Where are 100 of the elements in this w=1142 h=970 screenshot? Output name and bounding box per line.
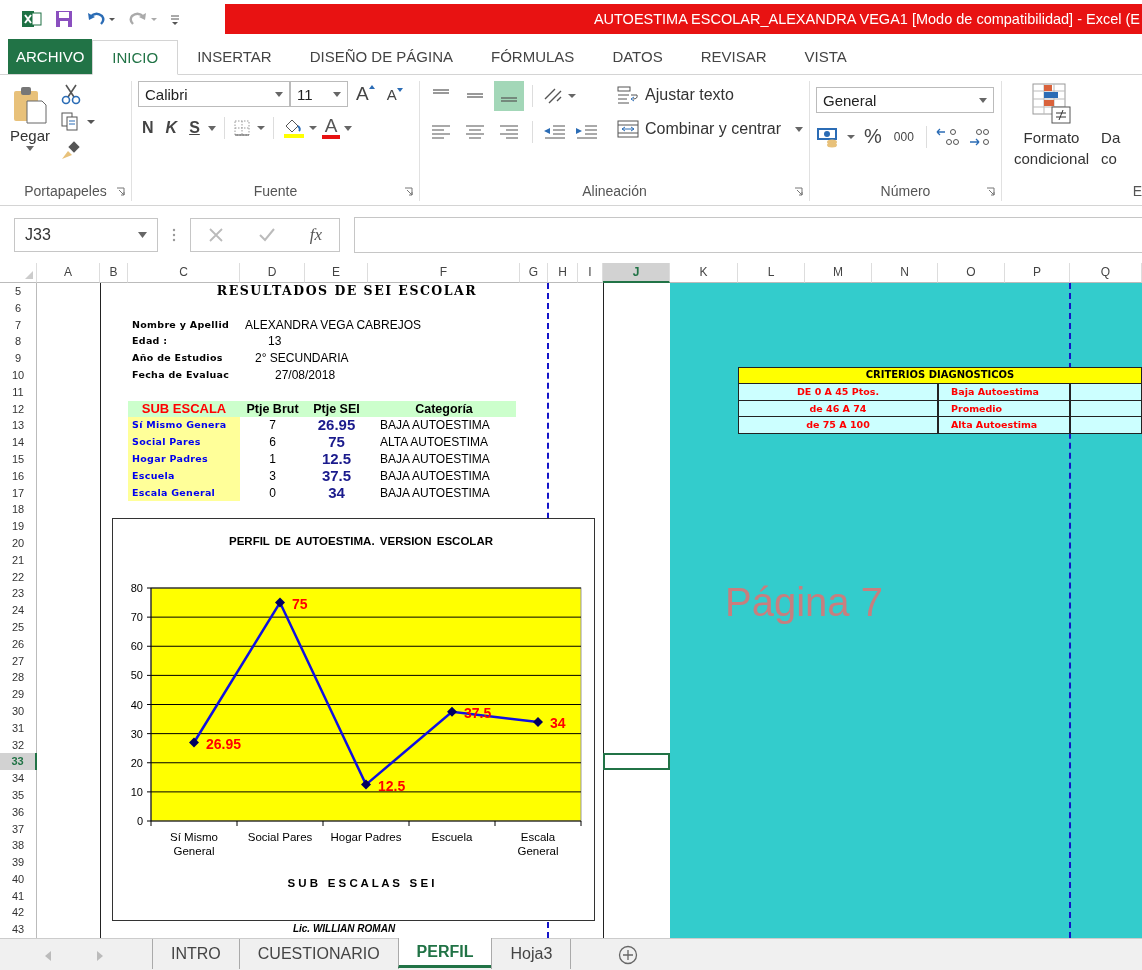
file-tab[interactable]: ARCHIVO [8, 39, 93, 74]
row-header[interactable]: 21 [0, 551, 37, 569]
wrap-text-button[interactable]: Ajustar texto [617, 85, 804, 105]
column-header[interactable]: F [368, 263, 520, 283]
row-header[interactable]: 30 [0, 702, 37, 720]
add-sheet-icon[interactable] [618, 945, 639, 965]
ribbon-tab[interactable]: INICIO [92, 40, 179, 75]
y-tick-label: 60 [130, 640, 143, 653]
bold-button[interactable]: N [138, 117, 158, 139]
row-header[interactable]: 20 [0, 534, 37, 552]
row-header[interactable]: 7 [0, 316, 37, 334]
name-box[interactable]: J33 [14, 217, 158, 252]
insert-function-button[interactable]: fx [309, 224, 323, 245]
window-title: AUTOESTIMA ESCOLAR_ALEXANDRA VEGA1 [Modo de compatibilidad] - Excel (E [593, 11, 1141, 27]
row-header[interactable]: 23 [0, 585, 37, 603]
sheet-tab[interactable]: PERFIL [397, 938, 493, 968]
row-header[interactable]: 17 [0, 484, 37, 502]
row-header[interactable]: 27 [0, 652, 37, 670]
selected-cell[interactable] [603, 753, 670, 771]
column-header[interactable]: C [128, 263, 240, 283]
font-size-dropdown[interactable]: 11 [290, 81, 348, 107]
row-header[interactable]: 19 [0, 518, 37, 535]
row-header[interactable]: 40 [0, 870, 37, 888]
row-header[interactable]: 39 [0, 854, 37, 871]
sheet-tab[interactable]: Hoja3 [491, 939, 572, 969]
row-header[interactable]: 6 [0, 299, 37, 317]
ribbon-tab[interactable]: DATOS [593, 39, 682, 74]
row-header[interactable]: 34 [0, 770, 37, 787]
caret-icon[interactable] [207, 125, 216, 131]
row-header[interactable]: 31 [0, 719, 37, 737]
dialog-launcher-icon[interactable] [116, 186, 125, 196]
row-header[interactable]: 26 [0, 635, 37, 653]
shrink-font-button[interactable]: A [382, 83, 407, 105]
row-header[interactable]: 8 [0, 333, 37, 351]
column-header[interactable]: D [240, 263, 305, 283]
row-header[interactable]: 11 [0, 383, 37, 401]
dialog-launcher-icon[interactable] [986, 186, 995, 196]
column-header[interactable]: H [548, 263, 578, 283]
format-as-table-button[interactable]: Da co [1101, 81, 1121, 181]
paste-button[interactable]: Pegar [6, 81, 55, 181]
column-header[interactable]: J [603, 263, 670, 283]
row-header[interactable]: 29 [0, 686, 37, 703]
currency-icon[interactable] [816, 125, 856, 148]
row-header[interactable]: 22 [0, 568, 37, 586]
wrap-text-icon [617, 85, 639, 105]
row-header[interactable]: 38 [0, 837, 37, 855]
grow-font-button[interactable]: A [352, 81, 379, 107]
dialog-launcher-icon[interactable] [404, 186, 413, 196]
caret-icon[interactable] [344, 125, 353, 131]
row-header[interactable]: 13 [0, 417, 37, 435]
row-header[interactable]: 14 [0, 434, 37, 451]
customize-toolbar-icon[interactable] [170, 12, 180, 26]
checkmark-icon[interactable] [257, 226, 276, 243]
more-options-icon[interactable] [172, 227, 176, 242]
borders-icon[interactable] [232, 118, 265, 138]
row-header[interactable]: 33 [0, 753, 37, 771]
row-header[interactable]: 10 [0, 367, 37, 384]
underline-button[interactable]: S [185, 117, 204, 139]
ribbon-tab[interactable]: FÓRMULAS [472, 39, 594, 74]
row-header[interactable]: 36 [0, 803, 37, 821]
field-value: 2° SECUNDARIA [254, 350, 350, 367]
vertical-align-icon[interactable] [494, 81, 524, 111]
ribbon-tab[interactable]: DISEÑO DE PÁGINA [290, 39, 473, 74]
fill-color-icon[interactable] [281, 117, 318, 139]
ribbon-tab[interactable]: VISTA [785, 39, 866, 74]
row-header[interactable]: 37 [0, 820, 37, 838]
row-header[interactable]: 42 [0, 904, 37, 922]
row-header[interactable]: 16 [0, 467, 37, 485]
italic-button[interactable]: K [161, 117, 182, 139]
row-header[interactable]: 35 [0, 786, 37, 804]
row-header[interactable]: 28 [0, 669, 37, 687]
font-family-dropdown[interactable]: Calibri [138, 81, 290, 107]
dialog-launcher-icon[interactable] [794, 186, 803, 196]
percent-button[interactable]: % [860, 123, 886, 150]
formula-input[interactable] [354, 216, 1142, 253]
conditional-formatting-button[interactable]: Formato condicional [1008, 81, 1096, 181]
column-header[interactable]: B [100, 263, 128, 283]
sheet-tab[interactable]: INTRO [152, 939, 240, 969]
scissors-icon[interactable] [60, 83, 83, 105]
row-header[interactable]: 41 [0, 887, 37, 905]
copy-icon[interactable] [60, 111, 97, 133]
raw-score-cell-text: 7 [268, 417, 277, 435]
row-header[interactable]: 18 [0, 501, 37, 519]
x-tick-label: Sí Mismo General [170, 831, 218, 858]
thousands-separator-button[interactable]: 000 [889, 127, 918, 146]
merge-and-center-button[interactable]: Combinar y centrar [617, 119, 804, 139]
column-header[interactable]: E [305, 263, 368, 283]
ribbon-tab[interactable]: INSERTAR [178, 39, 291, 74]
row-header[interactable]: 5 [0, 283, 37, 300]
ribbon-tab[interactable]: REVISAR [681, 39, 786, 74]
number-format-dropdown[interactable]: General [816, 87, 994, 113]
font-color-button[interactable]: A [321, 117, 341, 139]
row-header[interactable]: 9 [0, 350, 37, 367]
save-icon[interactable] [54, 9, 74, 29]
row-header[interactable]: 15 [0, 450, 37, 468]
row-header[interactable]: 24 [0, 602, 37, 619]
column-header[interactable]: A [37, 263, 100, 283]
row-header[interactable]: 12 [0, 400, 37, 418]
column-header[interactable]: G [520, 263, 548, 283]
row-header[interactable]: 25 [0, 618, 37, 636]
